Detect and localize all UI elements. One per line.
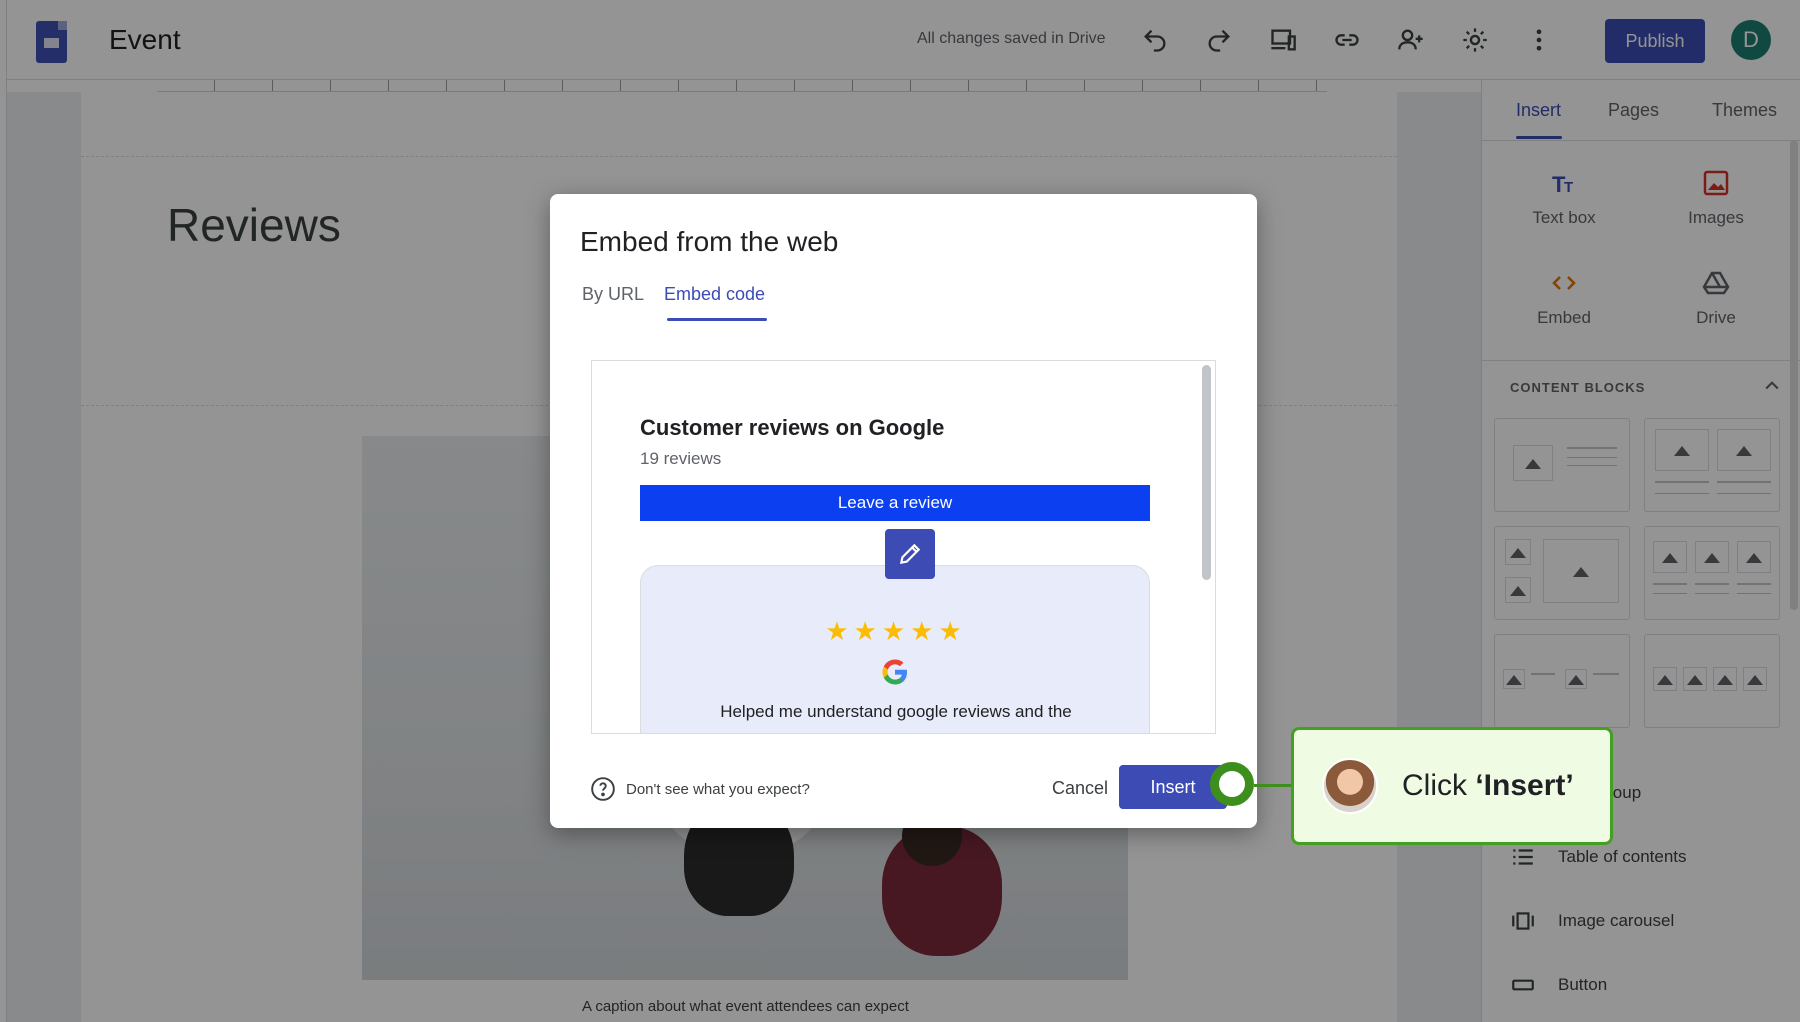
preview-scrollbar[interactable] bbox=[1202, 365, 1211, 580]
reviews-title: Customer reviews on Google bbox=[640, 415, 945, 440]
tutorial-callout: Click ‘Insert’ bbox=[1291, 727, 1613, 845]
tab-by-url[interactable]: By URL bbox=[582, 284, 644, 305]
callout-text: Click ‘Insert’ bbox=[1402, 769, 1574, 803]
google-g-icon bbox=[882, 659, 907, 685]
cancel-button[interactable]: Cancel bbox=[1032, 766, 1128, 810]
write-review-badge bbox=[885, 529, 935, 579]
callout-target: ‘Insert’ bbox=[1475, 769, 1574, 802]
tab-embed-code[interactable]: Embed code bbox=[664, 284, 765, 305]
click-hotspot-marker bbox=[1210, 762, 1254, 806]
embed-preview[interactable]: Customer reviews on Google 19 reviews Le… bbox=[591, 360, 1216, 734]
callout-connector bbox=[1254, 784, 1292, 787]
help-link[interactable]: Don't see what you expect? bbox=[590, 776, 810, 802]
star-rating: ★★★★★ bbox=[825, 616, 967, 646]
leave-review-button[interactable]: Leave a review bbox=[640, 485, 1150, 521]
help-text: Don't see what you expect? bbox=[626, 780, 810, 798]
callout-prefix: Click bbox=[1402, 769, 1476, 802]
embed-dialog: Embed from the web By URL Embed code Cus… bbox=[550, 194, 1257, 828]
review-text: Helped me understand google reviews and … bbox=[720, 702, 1072, 721]
reviews-count: 19 reviews bbox=[640, 449, 722, 468]
review-card: ★★★★★ Helped me understand google review… bbox=[640, 565, 1150, 733]
dialog-title: Embed from the web bbox=[580, 226, 839, 257]
guide-avatar bbox=[1322, 758, 1378, 814]
active-tab-indicator bbox=[667, 318, 767, 321]
help-circle-icon bbox=[591, 777, 615, 801]
pencil-icon bbox=[899, 543, 921, 565]
